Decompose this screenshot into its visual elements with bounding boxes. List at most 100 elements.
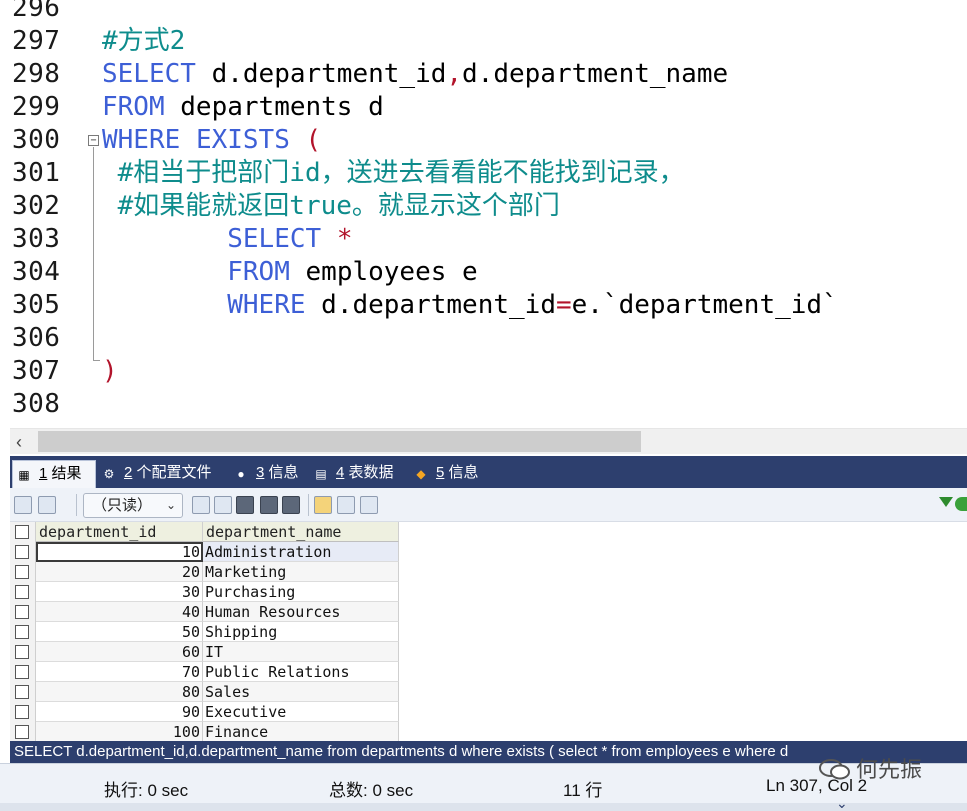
row-checkbox[interactable] (15, 725, 29, 739)
toolbar-separator (76, 494, 77, 516)
code-line[interactable]: 303 SELECT * (0, 223, 967, 256)
sql-token: d.department_name (462, 59, 729, 89)
editor-horizontal-scrollbar[interactable]: ‹ (10, 428, 967, 454)
filter-icon[interactable] (939, 497, 953, 507)
table-row[interactable]: 20 Marketing (10, 562, 402, 582)
cell-department-id[interactable]: 40 (36, 602, 203, 622)
cancel-icon[interactable] (282, 496, 300, 514)
scroll-left-arrow-icon[interactable]: ‹ (16, 432, 22, 453)
code-line[interactable]: 304 FROM employees e (0, 256, 967, 289)
row-checkbox[interactable] (15, 625, 29, 639)
cell-department-name[interactable]: Shipping (203, 622, 399, 642)
row-checkbox[interactable] (15, 545, 29, 559)
read-only-mode-select[interactable]: （只读） ⌄ (83, 493, 183, 518)
grid-view-icon[interactable] (314, 496, 332, 514)
select-all-checkbox[interactable] (15, 525, 29, 539)
cell-department-id[interactable]: 30 (36, 582, 203, 602)
code-line[interactable]: 301 #相当于把部门id，送进去看看能不能找到记录， (0, 157, 967, 190)
tab-history-info[interactable]: ◆ 5 信息 (410, 460, 478, 488)
row-checkbox[interactable] (15, 585, 29, 599)
text-view-icon[interactable] (360, 496, 378, 514)
code-line[interactable]: 305 WHERE d.department_id=e.`department_… (0, 289, 967, 322)
refresh-icon[interactable] (955, 497, 967, 511)
code-line[interactable]: 296 (0, 0, 967, 25)
cell-department-name[interactable]: Marketing (203, 562, 399, 582)
duplicate-row-icon[interactable] (214, 496, 232, 514)
sql-operator: ) (102, 356, 118, 386)
cell-department-name[interactable]: Sales (203, 682, 399, 702)
code-line[interactable]: 307) (0, 355, 967, 388)
row-checkbox[interactable] (15, 645, 29, 659)
sql-token: d.department_id (305, 290, 556, 320)
code-line[interactable]: 297 #方式2 (0, 25, 967, 58)
sql-comment: #相当于把部门id，送进去看看能不能找到记录， (102, 158, 685, 188)
scrollbar-thumb[interactable] (38, 431, 641, 452)
row-count: 11 行 (563, 781, 603, 800)
form-view-icon[interactable] (337, 496, 355, 514)
code-line[interactable]: 300 WHERE EXISTS ( (0, 124, 967, 157)
cell-department-id[interactable]: 10 (36, 542, 203, 562)
cell-department-id[interactable]: 50 (36, 622, 203, 642)
fold-toggle-icon[interactable]: − (88, 135, 99, 146)
row-checkbox[interactable] (15, 565, 29, 579)
row-checkbox[interactable] (15, 705, 29, 719)
sql-keyword: FROM (102, 92, 165, 122)
sql-editor[interactable]: 296 297 #方式2 298 SELECT d.department_id,d.de… (0, 0, 967, 428)
cell-department-name[interactable]: Finance (203, 722, 399, 742)
import-icon[interactable] (38, 496, 56, 514)
sql-keyword: EXISTS (195, 125, 290, 155)
delete-icon[interactable] (260, 496, 278, 514)
table-row[interactable]: 50 Shipping (10, 622, 402, 642)
code-line[interactable]: 299 FROM departments d (0, 91, 967, 124)
tab-table-data[interactable]: ▤ 4 表数据 (310, 460, 393, 488)
fold-guide-end (93, 360, 100, 361)
cell-department-id[interactable]: 80 (36, 682, 203, 702)
table-row[interactable]: 90 Executive (10, 702, 402, 722)
cell-department-id[interactable]: 100 (36, 722, 203, 742)
row-checkbox[interactable] (15, 665, 29, 679)
cell-department-name[interactable]: Human Resources (203, 602, 399, 622)
cell-department-id[interactable]: 60 (36, 642, 203, 662)
export-icon[interactable] (14, 496, 32, 514)
cell-department-id[interactable]: 70 (36, 662, 203, 682)
line-number: 296 (12, 0, 61, 23)
cell-department-name[interactable]: IT (203, 642, 399, 662)
code-line[interactable]: 308 (0, 388, 967, 421)
sql-operator: , (446, 59, 463, 89)
table-row[interactable]: 30 Purchasing (10, 582, 402, 602)
add-row-icon[interactable] (192, 496, 210, 514)
tab-profile[interactable]: ⚙ 2 个配置文件 (98, 460, 212, 488)
total-time: 总数: 0 sec (329, 781, 414, 800)
code-line[interactable]: 302 #如果能就返回true。就显示这个部门 (0, 190, 967, 223)
bottom-resize-grip[interactable]: ⌄ (0, 795, 967, 811)
table-row[interactable]: 60 IT (10, 642, 402, 662)
table-row[interactable]: 80 Sales (10, 682, 402, 702)
save-icon[interactable] (236, 496, 254, 514)
row-checkbox[interactable] (15, 685, 29, 699)
code-line[interactable]: 306 (0, 322, 967, 355)
table-row[interactable]: 70 Public Relations (10, 662, 402, 682)
row-checkbox[interactable] (15, 605, 29, 619)
table-row[interactable]: 40 Human Resources (10, 602, 402, 622)
sql-operator: * (336, 224, 353, 254)
result-grid[interactable]: department_id department_name 10 Administ… (10, 522, 967, 742)
line-number: 305 (12, 290, 61, 320)
sql-token: employees e (289, 257, 478, 287)
column-header-department-id[interactable]: department_id (36, 522, 203, 542)
cell-department-name[interactable]: Purchasing (203, 582, 399, 602)
tab-info[interactable]: ● 3 信息 (230, 460, 298, 488)
sql-keyword: FROM (227, 257, 290, 287)
line-number: 308 (12, 389, 61, 419)
column-header-department-name[interactable]: department_name (203, 522, 399, 542)
cell-department-id[interactable]: 20 (36, 562, 203, 582)
table-row[interactable]: 10 Administration (10, 542, 402, 562)
cell-department-name[interactable]: Administration (203, 542, 399, 562)
result-tabs: ▦ 1 结果 ⚙ 2 个配置文件 ● 3 信息 ▤ 4 表数据 ◆ 5 信息 (10, 456, 967, 488)
cell-department-name[interactable]: Executive (203, 702, 399, 722)
cell-department-id[interactable]: 90 (36, 702, 203, 722)
tab-result[interactable]: ▦ 1 结果 (12, 460, 96, 488)
code-line[interactable]: 298 SELECT d.department_id,d.department_n… (0, 58, 967, 91)
table-row[interactable]: 100 Finance (10, 722, 402, 742)
cell-department-name[interactable]: Public Relations (203, 662, 399, 682)
code-text: #相当于把部门id，送进去看看能不能找到记录， (102, 157, 685, 190)
